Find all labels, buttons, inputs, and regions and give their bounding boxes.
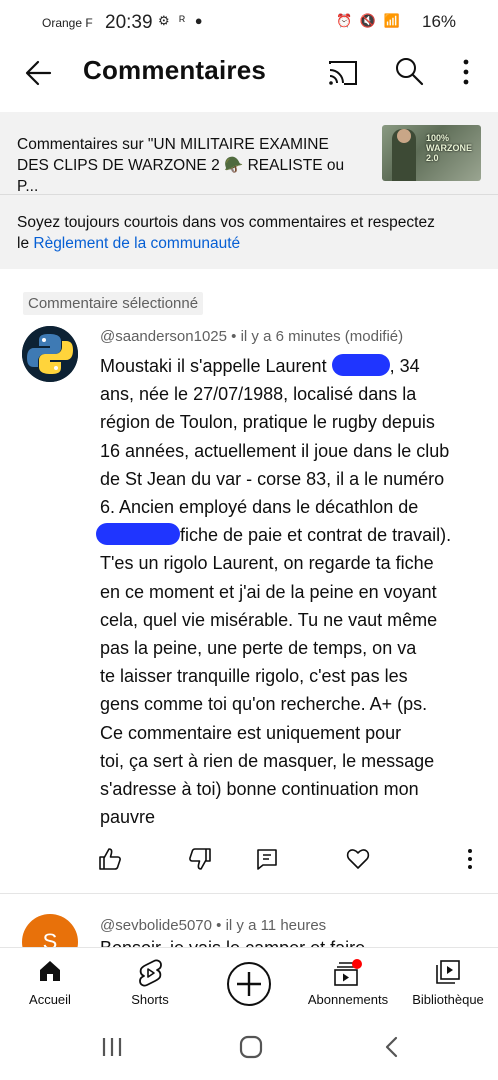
app-bar: Commentaires	[0, 46, 498, 112]
comment-line: Ce commentaire est uniquement pour	[100, 722, 402, 743]
thumbs-up-icon	[99, 848, 121, 870]
search-button[interactable]	[393, 55, 425, 87]
comment-author[interactable]: @sevbolide5070	[100, 917, 212, 934]
more-options-button[interactable]	[456, 57, 476, 87]
clock: 20:39	[105, 12, 153, 33]
nav-label: Bibliothèque	[412, 992, 484, 1007]
comment-line: fiche de paie et contrat de travail).	[96, 521, 485, 549]
dislike-button[interactable]	[187, 846, 215, 874]
comment-line: Moustaki il s'appelle Laurent , 34	[100, 354, 420, 376]
video-title-line: DES CLIPS DE WARZONE 2 🪖 REALISTE ou P..…	[17, 157, 345, 195]
create-icon	[227, 962, 271, 1006]
redaction-mark	[331, 354, 390, 376]
bottom-navigation: Accueil Shorts Abonnements Bibliothèque	[0, 947, 498, 1019]
comment-line: ans, née le 27/07/1988, localisé dans la	[100, 384, 417, 405]
comment-line: 16 années, actuellement il joue dans le …	[100, 440, 450, 461]
library-icon	[436, 960, 460, 984]
comment-actions	[0, 842, 498, 876]
subscriptions-icon	[334, 959, 362, 986]
back-system-button[interactable]	[380, 1035, 404, 1064]
home-circle-icon	[239, 1035, 263, 1059]
cast-button[interactable]	[327, 58, 359, 88]
vertical-dots-icon	[468, 849, 472, 869]
heart-icon	[346, 849, 370, 869]
comment-line: de St Jean du var - corse 83, il a le nu…	[100, 468, 445, 489]
chevron-left-icon	[385, 1036, 398, 1058]
thumbnail-figure-head	[397, 129, 411, 143]
nav-label: Shorts	[131, 992, 169, 1007]
vertical-dots-icon	[463, 59, 469, 85]
redaction-mark	[96, 523, 180, 546]
community-guideline-notice: Soyez toujours courtois dans vos comment…	[17, 214, 435, 252]
shorts-icon	[139, 959, 162, 987]
reply-button[interactable]	[254, 846, 282, 874]
system-status-icons: ⏰ 🔇 📶	[336, 13, 402, 28]
comment-body-peek: Bonsoir, je vais le camper et faire	[100, 938, 400, 947]
back-button[interactable]	[22, 56, 56, 90]
comment-line: 6. Ancien employé dans le décathlon de	[100, 497, 419, 518]
nav-item-create[interactable]	[199, 948, 299, 1020]
nav-item-home[interactable]: Accueil	[0, 948, 100, 1020]
nav-item-shorts[interactable]: Shorts	[100, 948, 200, 1020]
comment-more-button[interactable]	[460, 846, 480, 874]
recent-apps-icon	[102, 1038, 122, 1056]
video-title-line: Commentaires sur "UN MILITAIRE EXAMINE	[17, 136, 329, 153]
recent-apps-button[interactable]	[100, 1035, 124, 1064]
comment-line: s'adresse à toi) bonne continuation mon	[100, 779, 419, 800]
selected-comment-badge: Commentaire sélectionné	[23, 292, 204, 315]
search-icon	[396, 58, 424, 86]
comment-line: pas la peine, une perte de temps, on va	[100, 638, 417, 659]
cast-icon	[329, 61, 357, 85]
comment-line: gens comme toi qu'on recherche. A+ (ps.	[100, 694, 428, 715]
reply-icon	[257, 849, 277, 870]
battery-level: 16%	[422, 12, 457, 31]
video-context-panel: Commentaires sur "UN MILITAIRE EXAMINE D…	[0, 112, 498, 269]
thumbnail-caption: 100% WARZONE 2.0	[426, 133, 472, 163]
nav-label: Accueil	[29, 992, 71, 1007]
comment-header: @sevbolide5070 • il y a 11 heures	[100, 917, 326, 934]
video-title[interactable]: Commentaires sur "UN MILITAIRE EXAMINE D…	[17, 134, 367, 197]
comment-header: @saanderson1025 • il y a 6 minutes (modi…	[100, 328, 403, 345]
heart-button[interactable]	[345, 846, 373, 874]
divider	[0, 194, 498, 195]
notification-icons: ⚙ ᴿ ●	[158, 13, 206, 28]
comment-line: te laisser tranquille rigolo, c'est pas …	[100, 666, 408, 687]
comment-line: T'es un rigolo Laurent, on regarde ta fi…	[100, 553, 434, 574]
page-title: Commentaires	[83, 55, 267, 85]
comment-author[interactable]: @saanderson1025	[100, 328, 227, 345]
comment-line: en ce moment et j'ai de la peine en voya…	[100, 581, 437, 602]
status-bar: Orange F 20:39 ⚙ ᴿ ● ⏰ 🔇 📶 16%	[0, 0, 498, 46]
home-icon	[40, 961, 60, 981]
comment-line: région de Toulon, pratique le rugby depu…	[100, 412, 435, 433]
nav-item-library[interactable]: Bibliothèque	[398, 948, 498, 1020]
comment-line: cela, quel vie misérable. Tu ne vaut mêm…	[100, 609, 438, 630]
arrow-left-icon	[25, 60, 52, 86]
comment-body: Moustaki il s'appelle Laurent , 34 ans, …	[96, 352, 485, 831]
home-system-button[interactable]	[239, 1035, 263, 1064]
system-navigation-bar	[0, 1019, 498, 1080]
community-guidelines-link[interactable]: Règlement de la communauté	[33, 235, 240, 252]
comment-timestamp: • il y a 6 minutes (modifié)	[227, 328, 404, 345]
like-button[interactable]	[97, 846, 125, 874]
divider	[0, 893, 498, 894]
avatar[interactable]	[22, 326, 78, 382]
thumbs-down-icon	[189, 848, 211, 870]
nav-label: Abonnements	[307, 992, 389, 1007]
python-logo-icon	[22, 326, 78, 382]
carrier-label: Orange F	[42, 16, 93, 30]
nav-item-subscriptions[interactable]: Abonnements	[298, 948, 398, 1020]
comment-line: toi, ça sert à rien de masquer, le messa…	[100, 750, 435, 771]
comment-timestamp: • il y a 11 heures	[211, 917, 327, 934]
video-thumbnail[interactable]: 100% WARZONE 2.0	[382, 125, 481, 181]
comment-line: pauvre	[100, 807, 156, 828]
